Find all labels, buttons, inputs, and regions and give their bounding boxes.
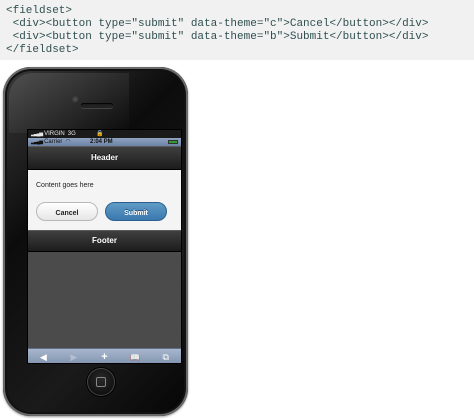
carrier-name: VIRGIN [44, 131, 65, 137]
content-text: Content goes here [36, 182, 94, 189]
code-block: <fieldset> <div><button type="submit" da… [0, 0, 474, 60]
page: <fieldset> <div><button type="submit" da… [0, 0, 474, 420]
iphone-mockup: ▂▃▄▅ VIRGIN 3G 🔒 ▂▃▄▅ Carrier ◠ 2:04 PM … [3, 67, 188, 416]
phone-screen: ▂▃▄▅ VIRGIN 3G 🔒 ▂▃▄▅ Carrier ◠ 2:04 PM … [27, 129, 182, 364]
cancel-button[interactable]: Cancel [36, 202, 98, 221]
bookmarks-icon[interactable]: 📖 [128, 349, 142, 363]
page-header: Header [28, 146, 181, 170]
footer-title: Footer [92, 236, 117, 245]
forward-arrow-icon[interactable]: ▶ [67, 349, 81, 363]
clock-time: 2:04 PM [90, 139, 113, 145]
home-square-icon [96, 377, 106, 387]
code-line: </fieldset> [6, 44, 79, 56]
network-type: 3G [67, 131, 76, 137]
signal-bars-icon: ▂▃▄▅ [31, 131, 43, 137]
back-arrow-icon[interactable]: ◀ [36, 349, 50, 363]
earpiece-speaker [81, 103, 113, 108]
battery-icon [168, 140, 178, 144]
simulator-status-bar: ▂▃▄▅ Carrier ◠ 2:04 PM [28, 138, 181, 146]
submit-button[interactable]: Submit [105, 202, 167, 221]
browser-toolbar: ◀ ▶ + 📖 ⧉ [28, 348, 181, 363]
header-title: Header [90, 153, 119, 162]
page-content: Content goes here Cancel Submit [28, 170, 181, 230]
code-line: <fieldset> [6, 5, 73, 17]
carrier-label: Carrier [44, 139, 63, 145]
add-bookmark-icon[interactable]: + [97, 349, 111, 363]
home-button[interactable] [87, 368, 115, 396]
code-line: <div><button type="submit" data-theme="b… [6, 31, 429, 43]
signal-bars-icon: ▂▃▄▅ [31, 139, 43, 145]
code-line: <div><button type="submit" data-theme="c… [6, 18, 429, 30]
page-footer: Footer [28, 230, 181, 252]
pages-icon[interactable]: ⧉ [159, 349, 173, 363]
lock-icon: 🔒 [96, 131, 104, 137]
empty-page-area [28, 252, 181, 348]
device-status-bar: ▂▃▄▅ VIRGIN 3G 🔒 [28, 130, 181, 138]
wifi-icon: ◠ [65, 139, 71, 145]
front-camera-icon [72, 96, 80, 104]
